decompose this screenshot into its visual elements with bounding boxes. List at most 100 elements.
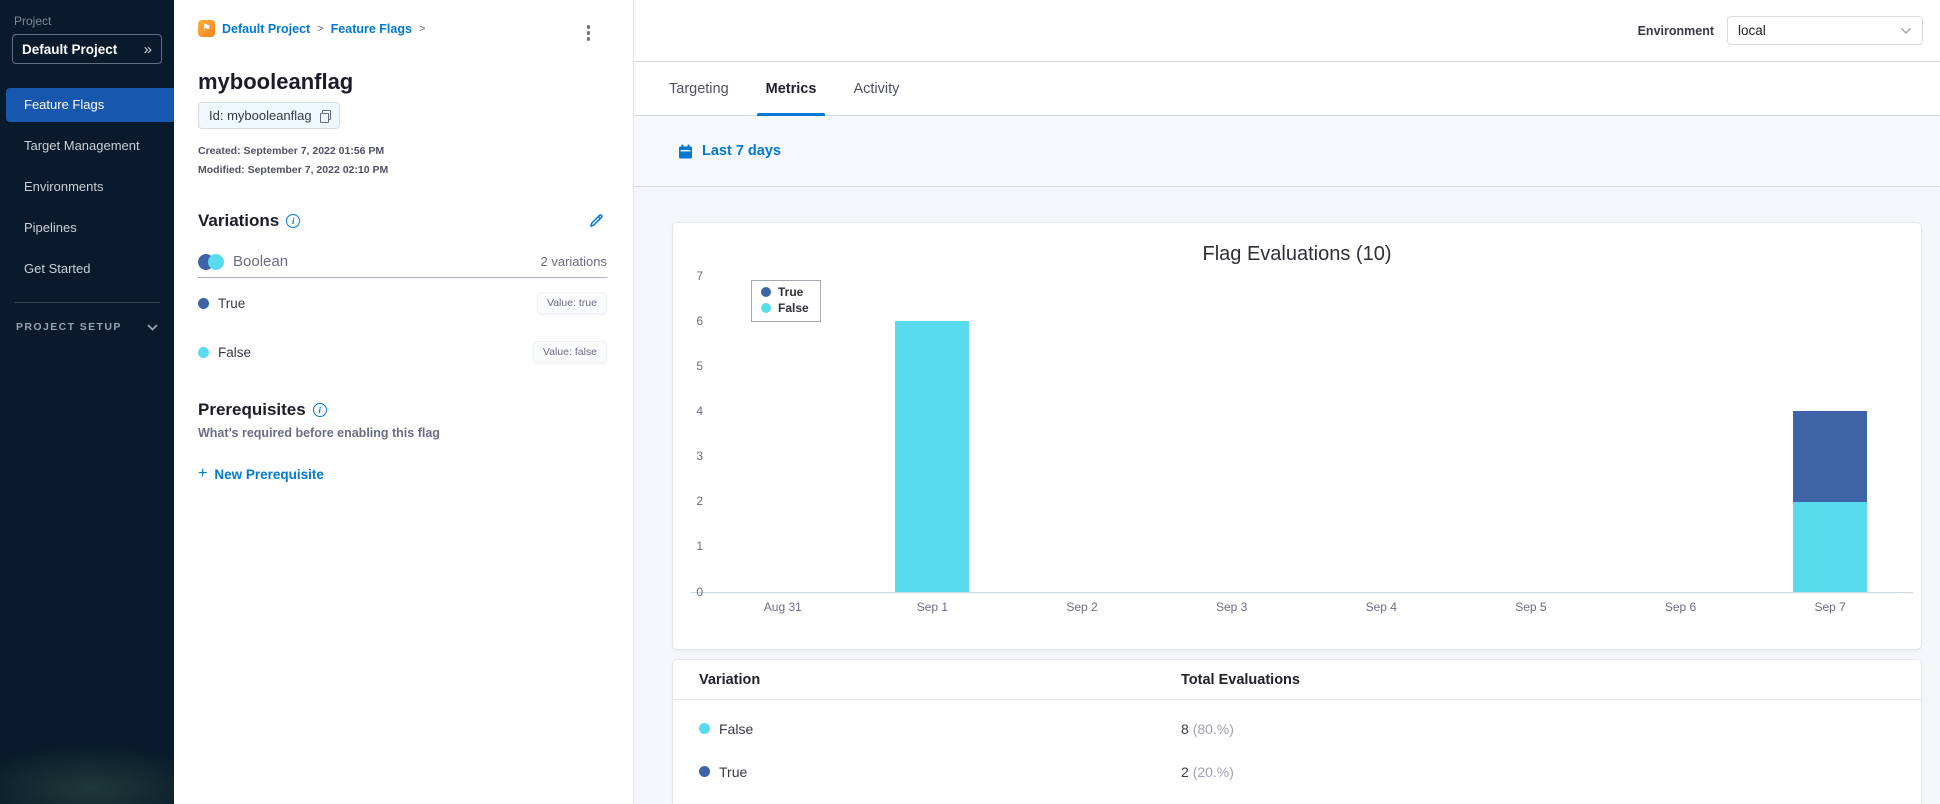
x-axis-tick-label: Sep 5: [1515, 600, 1547, 614]
legend-swatch: [761, 287, 771, 297]
chart-legend: True False: [751, 280, 821, 322]
copy-icon[interactable]: [319, 110, 332, 123]
x-axis-tick-label: Sep 2: [1066, 600, 1098, 614]
modified-date: Modified: September 7, 2022 02:10 PM: [198, 164, 389, 176]
prerequisites-heading: Prerequisites: [198, 400, 306, 419]
variation-row-true: True Value: true: [198, 278, 607, 327]
flag-evaluations-chart: Flag Evaluations (10) True False 0 1 2 3 4 5 6 7…: [673, 223, 1921, 649]
legend-label: False: [778, 301, 809, 315]
table-header-row: Variation Total Evaluations: [673, 660, 1921, 700]
x-axis-tick-label: Sep 7: [1814, 600, 1846, 614]
variation-name: False: [719, 720, 754, 737]
metrics-content: Flag Evaluations (10) True False 0 1 2 3 4 5 6 7…: [634, 187, 1940, 804]
filter-band: Last 7 days: [634, 116, 1940, 187]
breadcrumb-project-link[interactable]: Default Project: [222, 22, 310, 36]
y-axis-tick-label: 0: [696, 584, 703, 599]
environment-selected-value: local: [1738, 23, 1766, 38]
column-header-variation: Variation: [699, 671, 761, 688]
plus-icon: +: [198, 465, 208, 482]
y-axis-tick-label: 7: [696, 268, 703, 283]
bar-segment-false-sep-7[interactable]: [1793, 501, 1868, 592]
legend-item-true: True: [761, 285, 809, 299]
tab-targeting[interactable]: Targeting: [669, 62, 729, 116]
calendar-icon: [679, 144, 692, 158]
flag-title: mybooleanflag: [198, 69, 354, 94]
breadcrumb-separator: >: [418, 22, 426, 35]
feature-flag-logo-icon: ⚑: [198, 20, 215, 37]
breadcrumb-section-link[interactable]: Feature Flags: [331, 22, 412, 36]
y-axis-tick-label: 5: [696, 358, 703, 373]
sidebar-item-feature-flags[interactable]: Feature Flags: [6, 88, 174, 122]
variation-color-dot: [699, 766, 710, 777]
variation-type-row: Boolean 2 variations: [198, 253, 607, 270]
environment-select[interactable]: local: [1727, 16, 1923, 45]
sidebar-item-target-management[interactable]: Target Management: [6, 129, 174, 163]
project-selector[interactable]: Default Project »: [12, 34, 162, 64]
y-axis-tick-label: 1: [696, 539, 703, 554]
variation-name: True: [719, 763, 748, 780]
x-axis-tick-label: Sep 1: [916, 600, 949, 614]
pencil-icon: [589, 214, 603, 228]
evaluations-table: Variation Total Evaluations False 8 (80.%…: [673, 660, 1921, 804]
variation-color-dot: [198, 297, 209, 309]
variation-color-dot: [699, 723, 710, 734]
sidebar-item-project-setup[interactable]: PROJECT SETUP: [16, 321, 158, 333]
x-axis-tick-label: Sep 4: [1365, 600, 1397, 614]
breadcrumb: ⚑ Default Project > Feature Flags >: [198, 0, 607, 37]
flag-id-chip[interactable]: Id: mybooleanflag: [198, 102, 340, 129]
main-panel: Environment local Targeting Metrics Activi…: [634, 0, 1940, 804]
variation-label: True: [218, 295, 246, 311]
variation-row-false: False Value: false: [198, 327, 607, 376]
date-range-button[interactable]: Last 7 days: [678, 143, 781, 159]
y-axis-tick-label: 4: [696, 403, 703, 418]
y-axis-tick-label: 2: [696, 494, 703, 509]
bar-segment-true-sep-7[interactable]: [1793, 411, 1868, 502]
created-date: Created: September 7, 2022 01:56 PM: [198, 145, 385, 157]
legend-swatch: [761, 303, 771, 313]
variation-value-chip: Value: true: [536, 292, 607, 314]
flag-detail-panel: ⚑ Default Project > Feature Flags > mybo…: [174, 0, 634, 804]
variation-value-chip: Value: false: [532, 341, 607, 363]
project-name: Default Project: [22, 41, 118, 57]
y-axis-tick-label: 3: [696, 449, 703, 464]
total-evaluations-cell: 8 (80.%): [1181, 721, 1921, 737]
evaluation-percent: (20.%): [1192, 763, 1234, 780]
table-body: False 8 (80.%) True 2 (20.%): [673, 707, 1921, 793]
info-icon: i: [312, 403, 327, 417]
new-prerequisite-label: New Prerequisite: [214, 466, 324, 482]
bar-segment-false-sep-1[interactable]: [895, 321, 970, 592]
date-range-label: Last 7 days: [702, 143, 781, 159]
table-row-false: False 8 (80.%): [673, 707, 1921, 750]
chart-title: Flag Evaluations (10): [1202, 243, 1392, 265]
table-row-true: True 2 (20.%): [673, 750, 1921, 793]
variation-color-dot: [198, 346, 209, 358]
tab-metrics[interactable]: Metrics: [756, 62, 826, 116]
sidebar-item-pipelines[interactable]: Pipelines: [6, 211, 174, 245]
app: Project Default Project » Feature Flags T…: [0, 0, 1940, 804]
flag-id-text: Id: mybooleanflag: [209, 108, 312, 123]
chevron-down-icon: [147, 323, 158, 331]
x-axis-tick-label: Aug 31: [763, 600, 802, 614]
double-chevron-icon: »: [143, 40, 152, 58]
variation-type-label: Boolean: [233, 253, 289, 270]
evaluation-count: 8: [1181, 720, 1193, 737]
kebab-menu-icon[interactable]: [584, 22, 594, 44]
legend-item-false: False: [761, 301, 809, 315]
evaluation-percent: (80.%): [1192, 720, 1234, 737]
project-setup-label: PROJECT SETUP: [16, 321, 122, 333]
tab-activity[interactable]: Activity: [853, 62, 899, 116]
edit-variations-button[interactable]: [586, 210, 607, 231]
x-axis-tick-label: Sep 3: [1216, 600, 1248, 614]
sidebar-nav: Feature Flags Target Management Environmen…: [0, 88, 174, 286]
sidebar-item-environments[interactable]: Environments: [6, 170, 174, 204]
evaluation-count: 2: [1181, 763, 1193, 780]
info-icon: i: [286, 213, 301, 228]
sidebar-item-get-started[interactable]: Get Started: [6, 252, 174, 286]
variation-list: True Value: true False Value: false: [198, 278, 607, 376]
total-evaluations-cell: 2 (20.%): [1181, 764, 1921, 780]
breadcrumb-separator: >: [317, 22, 324, 35]
x-axis-tick-label: Sep 6: [1664, 600, 1697, 614]
variation-cell: False: [699, 721, 1181, 737]
prerequisites-subtitle: What’s required before enabling this fla…: [198, 426, 440, 440]
new-prerequisite-button[interactable]: + New Prerequisite: [198, 466, 607, 482]
